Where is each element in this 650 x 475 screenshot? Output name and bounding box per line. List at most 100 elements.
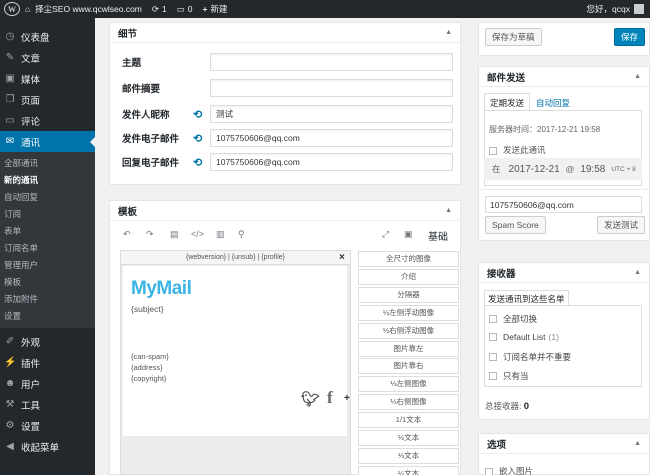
site-name-link[interactable]: 择尘SEO www.qcwlseo.com: [35, 0, 147, 18]
list-item[interactable]: 全部切换: [489, 313, 540, 325]
receivers-box-header[interactable]: 接收器 ▲: [479, 263, 649, 283]
sidebar-item-plugin[interactable]: ⚡ 插件: [0, 352, 95, 373]
module-button[interactable]: ¼文本: [358, 465, 459, 475]
collapse-arrow-icon[interactable]: ▲: [634, 440, 641, 447]
options-box-header[interactable]: 选项 ▲: [479, 434, 649, 454]
home-icon[interactable]: ⌂: [20, 0, 35, 18]
sidebar-item-collapse[interactable]: ◀ 收起菜单: [0, 436, 95, 457]
user-greeting[interactable]: 您好，qcqx: [587, 3, 630, 15]
remove-module-icon[interactable]: ×: [339, 252, 345, 263]
twitter-icon[interactable]: 🐦︎: [301, 390, 320, 408]
module-button[interactable]: 图片靠左: [358, 340, 459, 357]
module-button[interactable]: 图片靠右: [358, 358, 459, 375]
save-button[interactable]: 保存: [614, 28, 646, 46]
time-input[interactable]: 19:58: [580, 164, 605, 175]
send-now-checkbox[interactable]: [489, 146, 497, 155]
module-button[interactable]: ⅓文本: [358, 447, 459, 464]
save-draft-button[interactable]: 保存为草稿: [485, 28, 542, 46]
fullscreen-icon[interactable]: ⤢: [382, 229, 389, 240]
facebook-icon[interactable]: f: [327, 388, 333, 408]
sidebar-item-dashboard[interactable]: ◷ 仪表盘: [0, 26, 95, 47]
sidebar-item-media[interactable]: ▣ 媒体: [0, 68, 95, 89]
list-checkbox[interactable]: [489, 353, 497, 361]
sidebar-item-user[interactable]: ☻ 用户: [0, 373, 95, 394]
list-checkbox[interactable]: [489, 315, 497, 323]
document-icon[interactable]: ▤: [170, 229, 179, 240]
module-button[interactable]: ⅓左侧图像: [358, 376, 459, 393]
sidebar-item-page[interactable]: ❐ 页面: [0, 89, 95, 110]
test-email-input[interactable]: [485, 196, 642, 213]
sidebar-item-tools[interactable]: ⚒ 工具: [0, 394, 95, 415]
submenu-item[interactable]: 自动回复: [0, 189, 95, 206]
send-test-button[interactable]: 发送测试: [597, 216, 646, 234]
redo-icon[interactable]: ↷: [146, 229, 154, 240]
submenu-item[interactable]: 表单: [0, 223, 95, 240]
sync-icon[interactable]: ⟲: [193, 132, 210, 145]
sync-icon[interactable]: ⟲: [193, 108, 210, 121]
submenu-item[interactable]: 管理用户: [0, 257, 95, 274]
date-input[interactable]: 2017-12-21: [509, 164, 560, 175]
module-button[interactable]: ½左侧浮动图像: [358, 304, 459, 321]
embed-images-checkbox[interactable]: [485, 467, 493, 475]
details-field-input[interactable]: [210, 105, 453, 123]
send-now-row[interactable]: 发送此通讯: [489, 144, 546, 156]
collapse-arrow-icon[interactable]: ▲: [634, 269, 641, 276]
delivery-box-header[interactable]: 邮件发送 ▲: [479, 67, 649, 87]
submenu-item[interactable]: 订阅名单: [0, 240, 95, 257]
undo-icon[interactable]: ↶: [123, 229, 131, 240]
sync-icon[interactable]: ⟲: [193, 156, 210, 169]
module-button[interactable]: 分隔器: [358, 286, 459, 303]
embed-images-row[interactable]: 嵌入图片: [485, 465, 533, 475]
code-icon[interactable]: </>: [191, 229, 204, 239]
list-item[interactable]: 订阅名单并不重要: [489, 351, 574, 363]
dashboard-icon: ◷: [5, 31, 15, 42]
receivers-title: 接收器: [487, 268, 516, 280]
new-content-link[interactable]: + 新建: [198, 0, 233, 18]
collapse-arrow-icon[interactable]: ▲: [445, 29, 452, 36]
details-box-header[interactable]: 细节 ▲: [110, 23, 460, 43]
collapse-icon: ◀: [6, 441, 14, 452]
search-icon[interactable]: ⚲: [238, 229, 245, 240]
list-checkbox[interactable]: [489, 372, 497, 380]
collapse-arrow-icon[interactable]: ▲: [634, 73, 641, 80]
template-mode-toggle[interactable]: 基础: [428, 228, 448, 243]
details-field-input[interactable]: [210, 153, 453, 171]
comments-link[interactable]: ▭ 0: [172, 0, 198, 18]
list-item[interactable]: Default List (1): [489, 332, 559, 342]
submenu-item[interactable]: 添加附件: [0, 291, 95, 308]
details-field-input[interactable]: [210, 79, 453, 97]
details-field-input[interactable]: [210, 53, 453, 71]
email-body[interactable]: MyMail {subject} {can-spam} {address} {c…: [123, 266, 347, 436]
add-module-icon[interactable]: +: [344, 393, 350, 404]
details-field-input[interactable]: [210, 129, 453, 147]
sidebar-item-mail[interactable]: ✉ 通讯: [0, 131, 95, 152]
clipboard-icon[interactable]: ▥: [216, 229, 225, 240]
updates-link[interactable]: ⟳ 1: [147, 0, 172, 18]
submenu-item[interactable]: 全部通讯: [0, 155, 95, 172]
sidebar-item-settings[interactable]: ⚙ 设置: [0, 415, 95, 436]
collapse-arrow-icon[interactable]: ▲: [445, 207, 452, 214]
submenu-item[interactable]: 模板: [0, 274, 95, 291]
module-button[interactable]: ½右侧浮动图像: [358, 322, 459, 339]
avatar[interactable]: [634, 4, 644, 14]
sidebar-item-label: 工具: [21, 400, 41, 412]
list-item[interactable]: 只有当: [489, 370, 532, 382]
module-button[interactable]: 全尺寸的图像: [358, 251, 459, 267]
template-preview[interactable]: {webversion} | {unsub} | {profile} MyMai…: [120, 250, 351, 475]
module-button[interactable]: ⅓右侧图像: [358, 394, 459, 411]
plus-icon: +: [202, 4, 208, 14]
module-button[interactable]: 介绍: [358, 268, 459, 285]
sidebar-item-pin[interactable]: ✎ 文章: [0, 47, 95, 68]
list-checkbox[interactable]: [489, 333, 497, 341]
sidebar-item-appearance[interactable]: ✐ 外观: [0, 331, 95, 352]
submenu-item[interactable]: 设置: [0, 308, 95, 325]
submenu-item[interactable]: 订阅: [0, 206, 95, 223]
module-button[interactable]: 1/1文本: [358, 412, 459, 429]
module-button[interactable]: ½文本: [358, 430, 459, 446]
submenu-item[interactable]: 新的通讯: [0, 172, 95, 189]
template-box-header[interactable]: 模板 ▲: [110, 201, 460, 221]
sidebar-item-comment[interactable]: ▭ 评论: [0, 110, 95, 131]
save-template-icon[interactable]: ▣: [404, 229, 413, 240]
wordpress-logo-icon[interactable]: W: [4, 2, 20, 16]
spam-score-button[interactable]: Spam Score: [485, 216, 546, 234]
